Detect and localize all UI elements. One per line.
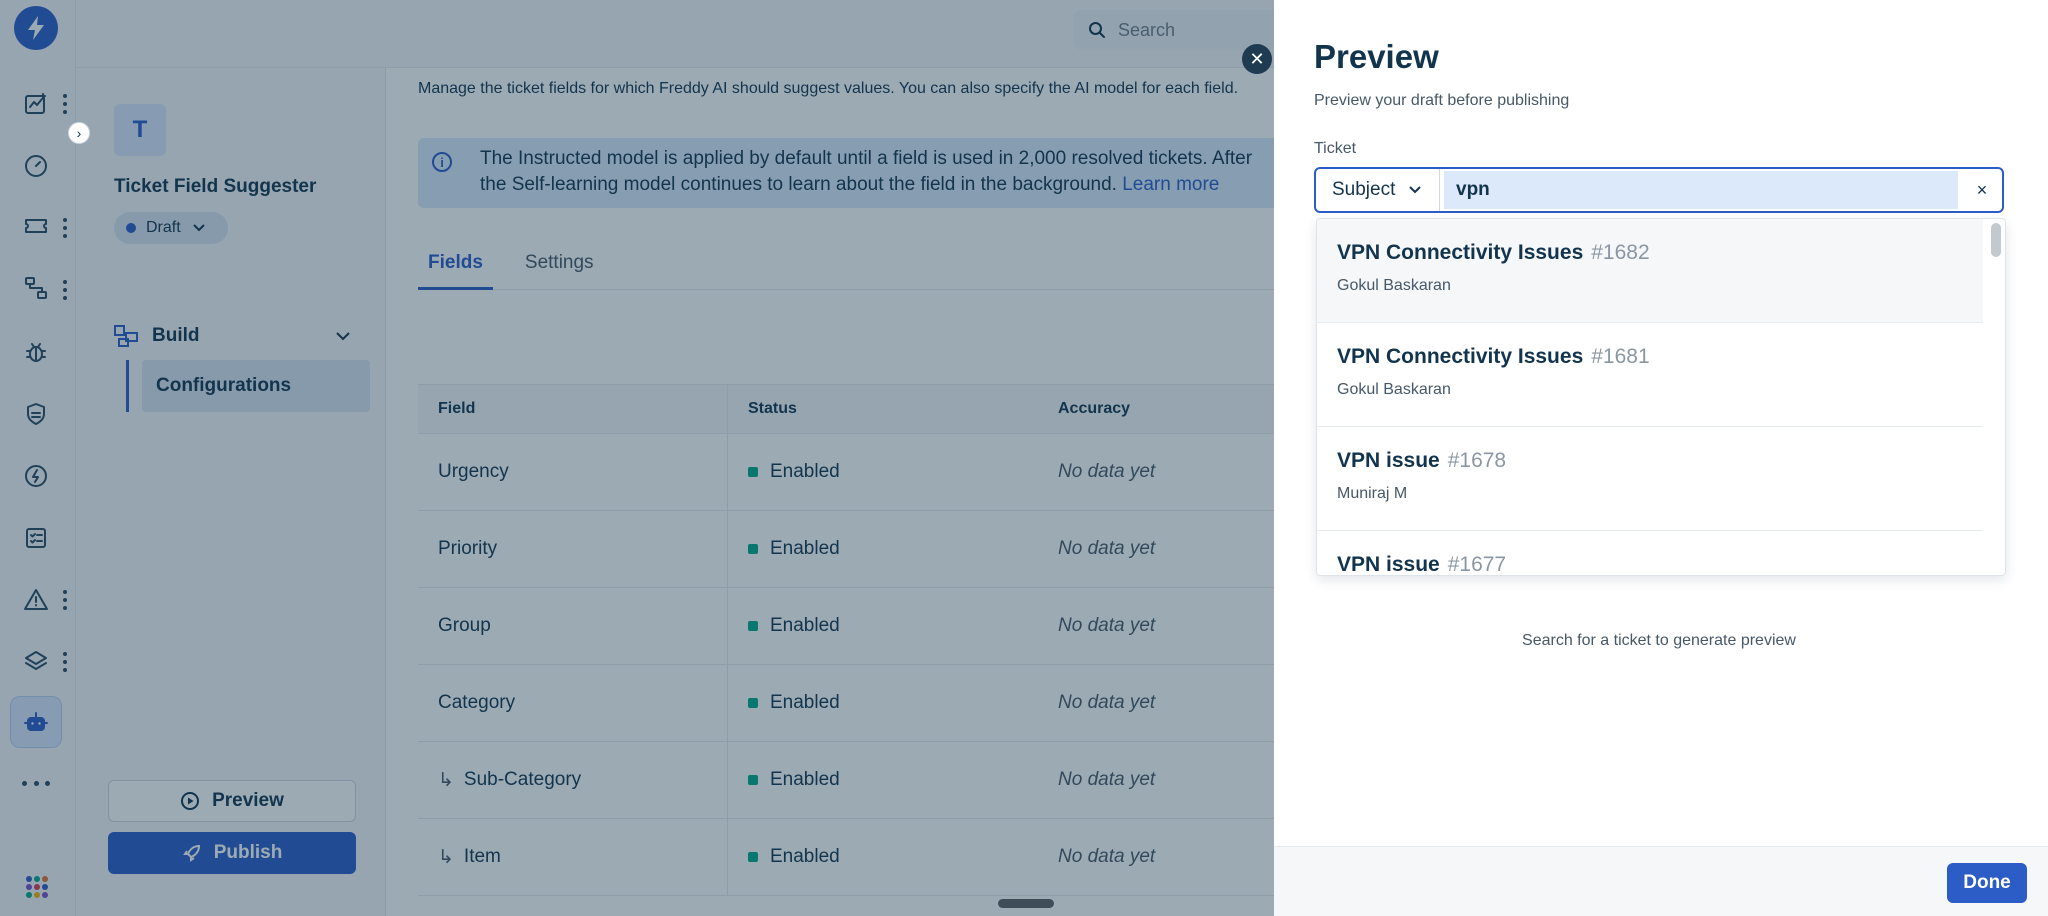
ticket-id: #1677 <box>1447 553 1507 576</box>
ticket-id: #1681 <box>1591 345 1650 368</box>
search-by-value: Subject <box>1332 179 1396 200</box>
empty-state-message: Search for a ticket to generate preview <box>1522 632 1796 649</box>
preview-panel: Preview Preview your draft before publis… <box>1274 0 2048 916</box>
ticket-title: VPN issue <box>1337 553 1440 576</box>
list-item[interactable]: VPN issue #1677 <box>1317 531 1983 576</box>
ticket-id: #1678 <box>1447 449 1507 472</box>
ticket-results-dropdown: VPN Connectivity Issues #1682 Gokul Baska… <box>1316 218 2006 576</box>
done-button[interactable]: Done <box>1947 863 2027 903</box>
ticket-requester: Muniraj M <box>1337 485 1408 502</box>
ticket-search-input[interactable] <box>1444 171 1958 209</box>
dropdown-scrollbar[interactable] <box>1991 223 2001 257</box>
clear-icon[interactable]: × <box>1962 169 2002 211</box>
ticket-title: VPN issue <box>1337 449 1440 472</box>
panel-title: Preview <box>1314 38 1439 75</box>
list-item[interactable]: VPN Connectivity Issues #1682 Gokul Baska… <box>1317 219 1983 323</box>
panel-footer: Done <box>1274 846 2048 916</box>
chevron-down-icon <box>1409 186 1422 194</box>
expand-sidebar-chevron-icon[interactable]: › <box>68 122 90 144</box>
ticket-requester: Gokul Baskaran <box>1337 381 1451 398</box>
panel-subtitle: Preview your draft before publishing <box>1314 92 1570 109</box>
search-by-dropdown[interactable]: Subject <box>1316 169 1440 211</box>
list-item[interactable]: VPN issue #1678 Muniraj M <box>1317 427 1983 531</box>
list-item[interactable]: VPN Connectivity Issues #1681 Gokul Baska… <box>1317 323 1983 427</box>
ticket-id: #1682 <box>1591 241 1650 264</box>
horizontal-scrollbar[interactable] <box>998 899 1054 908</box>
ticket-title: VPN Connectivity Issues <box>1337 241 1584 264</box>
ticket-search-field: Subject × <box>1314 167 2004 213</box>
ticket-title: VPN Connectivity Issues <box>1337 345 1584 368</box>
close-icon[interactable]: ✕ <box>1242 44 1272 74</box>
modal-backdrop[interactable] <box>0 0 1274 916</box>
ticket-requester: Gokul Baskaran <box>1337 277 1451 294</box>
ticket-label: Ticket <box>1314 140 1357 157</box>
